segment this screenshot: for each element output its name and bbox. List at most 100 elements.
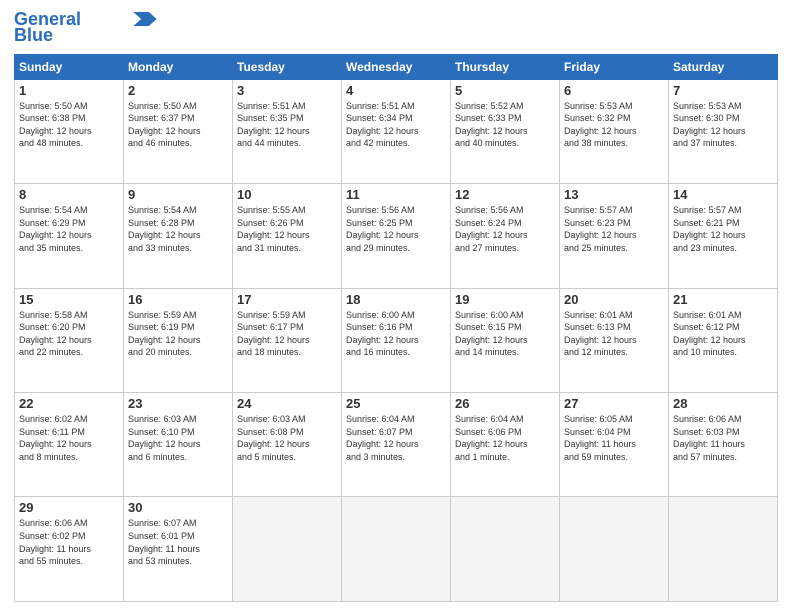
day-info: Sunrise: 5:53 AM Sunset: 6:30 PM Dayligh… [673, 100, 773, 150]
table-row: 20 Sunrise: 6:01 AM Sunset: 6:13 PM Dayli… [560, 288, 669, 392]
day-number: 16 [128, 292, 228, 307]
table-row: 29Sunrise: 6:06 AM Sunset: 6:02 PM Dayli… [15, 497, 124, 602]
day-number: 23 [128, 396, 228, 411]
table-row: 19 Sunrise: 6:00 AM Sunset: 6:15 PM Dayli… [451, 288, 560, 392]
table-row: 25 Sunrise: 6:04 AM Sunset: 6:07 PM Dayli… [342, 393, 451, 497]
day-number: 13 [564, 187, 664, 202]
day-info: Sunrise: 5:59 AM Sunset: 6:17 PM Dayligh… [237, 309, 337, 359]
day-number: 15 [19, 292, 119, 307]
day-info: Sunrise: 5:50 AM Sunset: 6:38 PM Dayligh… [19, 100, 119, 150]
day-info: Sunrise: 5:58 AM Sunset: 6:20 PM Dayligh… [19, 309, 119, 359]
table-row: 22 Sunrise: 6:02 AM Sunset: 6:11 PM Dayli… [15, 393, 124, 497]
day-info: Sunrise: 6:04 AM Sunset: 6:06 PM Dayligh… [455, 413, 555, 463]
day-number: 7 [673, 83, 773, 98]
day-info: Sunrise: 5:55 AM Sunset: 6:26 PM Dayligh… [237, 204, 337, 254]
day-info: Sunrise: 6:05 AM Sunset: 6:04 PM Dayligh… [564, 413, 664, 463]
day-number: 2 [128, 83, 228, 98]
day-number: 1 [19, 83, 119, 98]
day-number: 17 [237, 292, 337, 307]
day-info: Sunrise: 5:54 AM Sunset: 6:29 PM Dayligh… [19, 204, 119, 254]
page: General Blue SundayMondayTuesdayWednesda… [0, 0, 792, 612]
day-number: 11 [346, 187, 446, 202]
col-header-tuesday: Tuesday [233, 54, 342, 79]
day-info: Sunrise: 5:51 AM Sunset: 6:35 PM Dayligh… [237, 100, 337, 150]
table-row: 13 Sunrise: 5:57 AM Sunset: 6:23 PM Dayli… [560, 184, 669, 288]
day-number: 5 [455, 83, 555, 98]
day-info: Sunrise: 6:03 AM Sunset: 6:08 PM Dayligh… [237, 413, 337, 463]
day-number: 27 [564, 396, 664, 411]
col-header-saturday: Saturday [669, 54, 778, 79]
day-number: 10 [237, 187, 337, 202]
day-number: 26 [455, 396, 555, 411]
col-header-sunday: Sunday [15, 54, 124, 79]
table-row: 5 Sunrise: 5:52 AM Sunset: 6:33 PM Daylig… [451, 79, 560, 183]
day-number: 30 [128, 500, 228, 515]
day-number: 4 [346, 83, 446, 98]
table-row [342, 497, 451, 602]
table-row: 24 Sunrise: 6:03 AM Sunset: 6:08 PM Dayli… [233, 393, 342, 497]
col-header-thursday: Thursday [451, 54, 560, 79]
table-row: 23 Sunrise: 6:03 AM Sunset: 6:10 PM Dayli… [124, 393, 233, 497]
table-row: 4 Sunrise: 5:51 AM Sunset: 6:34 PM Daylig… [342, 79, 451, 183]
day-info: Sunrise: 6:02 AM Sunset: 6:11 PM Dayligh… [19, 413, 119, 463]
table-row: 16 Sunrise: 5:59 AM Sunset: 6:19 PM Dayli… [124, 288, 233, 392]
day-info: Sunrise: 5:54 AM Sunset: 6:28 PM Dayligh… [128, 204, 228, 254]
table-row: 30 Sunrise: 6:07 AM Sunset: 6:01 PM Dayli… [124, 497, 233, 602]
day-info: Sunrise: 6:00 AM Sunset: 6:15 PM Dayligh… [455, 309, 555, 359]
table-row: 9 Sunrise: 5:54 AM Sunset: 6:28 PM Daylig… [124, 184, 233, 288]
table-row: 11 Sunrise: 5:56 AM Sunset: 6:25 PM Dayli… [342, 184, 451, 288]
table-row: 18 Sunrise: 6:00 AM Sunset: 6:16 PM Dayli… [342, 288, 451, 392]
table-row: 17 Sunrise: 5:59 AM Sunset: 6:17 PM Dayli… [233, 288, 342, 392]
table-row [669, 497, 778, 602]
col-header-monday: Monday [124, 54, 233, 79]
table-row: 27 Sunrise: 6:05 AM Sunset: 6:04 PM Dayli… [560, 393, 669, 497]
day-number: 25 [346, 396, 446, 411]
table-row: 12 Sunrise: 5:56 AM Sunset: 6:24 PM Dayli… [451, 184, 560, 288]
table-row [560, 497, 669, 602]
day-number: 22 [19, 396, 119, 411]
day-number: 8 [19, 187, 119, 202]
day-info: Sunrise: 6:03 AM Sunset: 6:10 PM Dayligh… [128, 413, 228, 463]
day-number: 14 [673, 187, 773, 202]
logo-blue: Blue [14, 26, 53, 46]
table-row: 10 Sunrise: 5:55 AM Sunset: 6:26 PM Dayli… [233, 184, 342, 288]
day-number: 20 [564, 292, 664, 307]
day-number: 24 [237, 396, 337, 411]
table-row [451, 497, 560, 602]
logo: General Blue [14, 10, 157, 46]
day-number: 18 [346, 292, 446, 307]
day-info: Sunrise: 6:00 AM Sunset: 6:16 PM Dayligh… [346, 309, 446, 359]
table-row: 1 Sunrise: 5:50 AM Sunset: 6:38 PM Daylig… [15, 79, 124, 183]
day-info: Sunrise: 5:56 AM Sunset: 6:24 PM Dayligh… [455, 204, 555, 254]
col-header-friday: Friday [560, 54, 669, 79]
day-info: Sunrise: 5:56 AM Sunset: 6:25 PM Dayligh… [346, 204, 446, 254]
day-info: Sunrise: 5:57 AM Sunset: 6:23 PM Dayligh… [564, 204, 664, 254]
day-info: Sunrise: 6:01 AM Sunset: 6:12 PM Dayligh… [673, 309, 773, 359]
table-row: 8 Sunrise: 5:54 AM Sunset: 6:29 PM Daylig… [15, 184, 124, 288]
table-row: 6Sunrise: 5:53 AM Sunset: 6:32 PM Daylig… [560, 79, 669, 183]
day-info: Sunrise: 5:59 AM Sunset: 6:19 PM Dayligh… [128, 309, 228, 359]
table-row: 3 Sunrise: 5:51 AM Sunset: 6:35 PM Daylig… [233, 79, 342, 183]
day-info: Sunrise: 6:06 AM Sunset: 6:02 PM Dayligh… [19, 517, 119, 567]
day-number: 12 [455, 187, 555, 202]
table-row: 28Sunrise: 6:06 AM Sunset: 6:03 PM Dayli… [669, 393, 778, 497]
day-number: 3 [237, 83, 337, 98]
calendar-table: SundayMondayTuesdayWednesdayThursdayFrid… [14, 54, 778, 602]
day-info: Sunrise: 6:01 AM Sunset: 6:13 PM Dayligh… [564, 309, 664, 359]
header: General Blue [14, 10, 778, 46]
day-number: 28 [673, 396, 773, 411]
col-header-wednesday: Wednesday [342, 54, 451, 79]
table-row [233, 497, 342, 602]
day-number: 19 [455, 292, 555, 307]
day-number: 6 [564, 83, 664, 98]
table-row: 14Sunrise: 5:57 AM Sunset: 6:21 PM Dayli… [669, 184, 778, 288]
day-info: Sunrise: 6:07 AM Sunset: 6:01 PM Dayligh… [128, 517, 228, 567]
table-row: 21Sunrise: 6:01 AM Sunset: 6:12 PM Dayli… [669, 288, 778, 392]
day-info: Sunrise: 6:04 AM Sunset: 6:07 PM Dayligh… [346, 413, 446, 463]
table-row: 7 Sunrise: 5:53 AM Sunset: 6:30 PM Daylig… [669, 79, 778, 183]
day-number: 9 [128, 187, 228, 202]
day-info: Sunrise: 5:52 AM Sunset: 6:33 PM Dayligh… [455, 100, 555, 150]
table-row: 26 Sunrise: 6:04 AM Sunset: 6:06 PM Dayli… [451, 393, 560, 497]
table-row: 15 Sunrise: 5:58 AM Sunset: 6:20 PM Dayli… [15, 288, 124, 392]
day-info: Sunrise: 5:51 AM Sunset: 6:34 PM Dayligh… [346, 100, 446, 150]
